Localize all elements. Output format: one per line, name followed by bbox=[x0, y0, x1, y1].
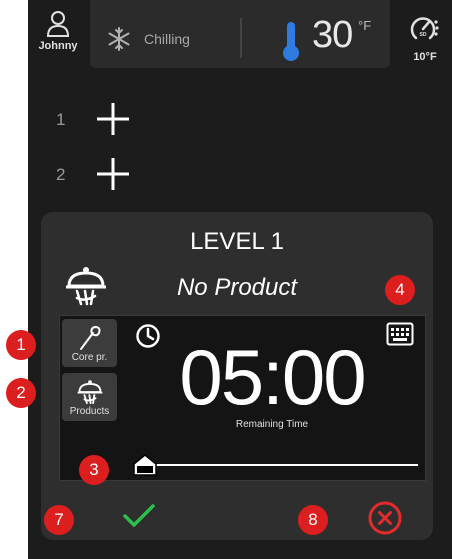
core-probe-label: Core pr. bbox=[71, 352, 108, 363]
core-probe-button[interactable]: Core pr. bbox=[62, 319, 117, 367]
close-circle-icon[interactable] bbox=[368, 501, 402, 535]
check-icon[interactable] bbox=[123, 504, 155, 528]
sd-value: 10°F bbox=[413, 51, 437, 63]
house-marker-icon[interactable] bbox=[132, 453, 158, 477]
keyboard-icon[interactable] bbox=[386, 322, 414, 346]
probe-icon bbox=[79, 325, 100, 350]
level-panel: LEVEL 1 No Product Core pr. Products 05:… bbox=[41, 212, 433, 540]
user-icon bbox=[46, 11, 70, 37]
mode-label: Chilling bbox=[144, 31, 190, 47]
timer-box: Core pr. Products 05:00 Remaining Time bbox=[59, 315, 426, 481]
temperature-unit: °F bbox=[358, 18, 372, 33]
gauge-icon: SD bbox=[410, 17, 439, 40]
level-number: 2 bbox=[56, 165, 66, 184]
remaining-time: 05:00 bbox=[179, 333, 366, 421]
sd-gauge[interactable]: SD 10°F bbox=[400, 14, 450, 63]
user-name: Johnny bbox=[38, 40, 78, 52]
callout-badge: 7 bbox=[44, 505, 74, 535]
callout-badge: 3 bbox=[79, 455, 109, 485]
callout-badge: 2 bbox=[6, 378, 36, 408]
snowflake-icon bbox=[108, 27, 130, 51]
sd-label: SD bbox=[420, 32, 427, 38]
time-slider-track[interactable] bbox=[156, 464, 418, 466]
plus-icon[interactable] bbox=[96, 157, 130, 191]
products-label: Products bbox=[69, 406, 110, 417]
status-divider bbox=[240, 18, 242, 58]
cloche-icon bbox=[77, 380, 102, 405]
user-profile[interactable]: Johnny bbox=[28, 10, 88, 52]
callout-badge: 8 bbox=[298, 505, 328, 535]
temperature-value: 30 bbox=[312, 14, 353, 56]
status-bar: Chilling 30 °F bbox=[90, 0, 390, 68]
plus-icon[interactable] bbox=[96, 102, 130, 136]
level-number: 1 bbox=[56, 110, 66, 129]
remaining-time-caption: Remaining Time bbox=[235, 419, 309, 430]
products-button[interactable]: Products bbox=[62, 373, 117, 421]
thermometer-icon bbox=[283, 22, 299, 61]
product-name: No Product bbox=[176, 274, 298, 301]
panel-title: LEVEL 1 bbox=[190, 228, 284, 255]
callout-badge: 1 bbox=[6, 330, 36, 360]
callout-badge: 4 bbox=[385, 275, 415, 305]
